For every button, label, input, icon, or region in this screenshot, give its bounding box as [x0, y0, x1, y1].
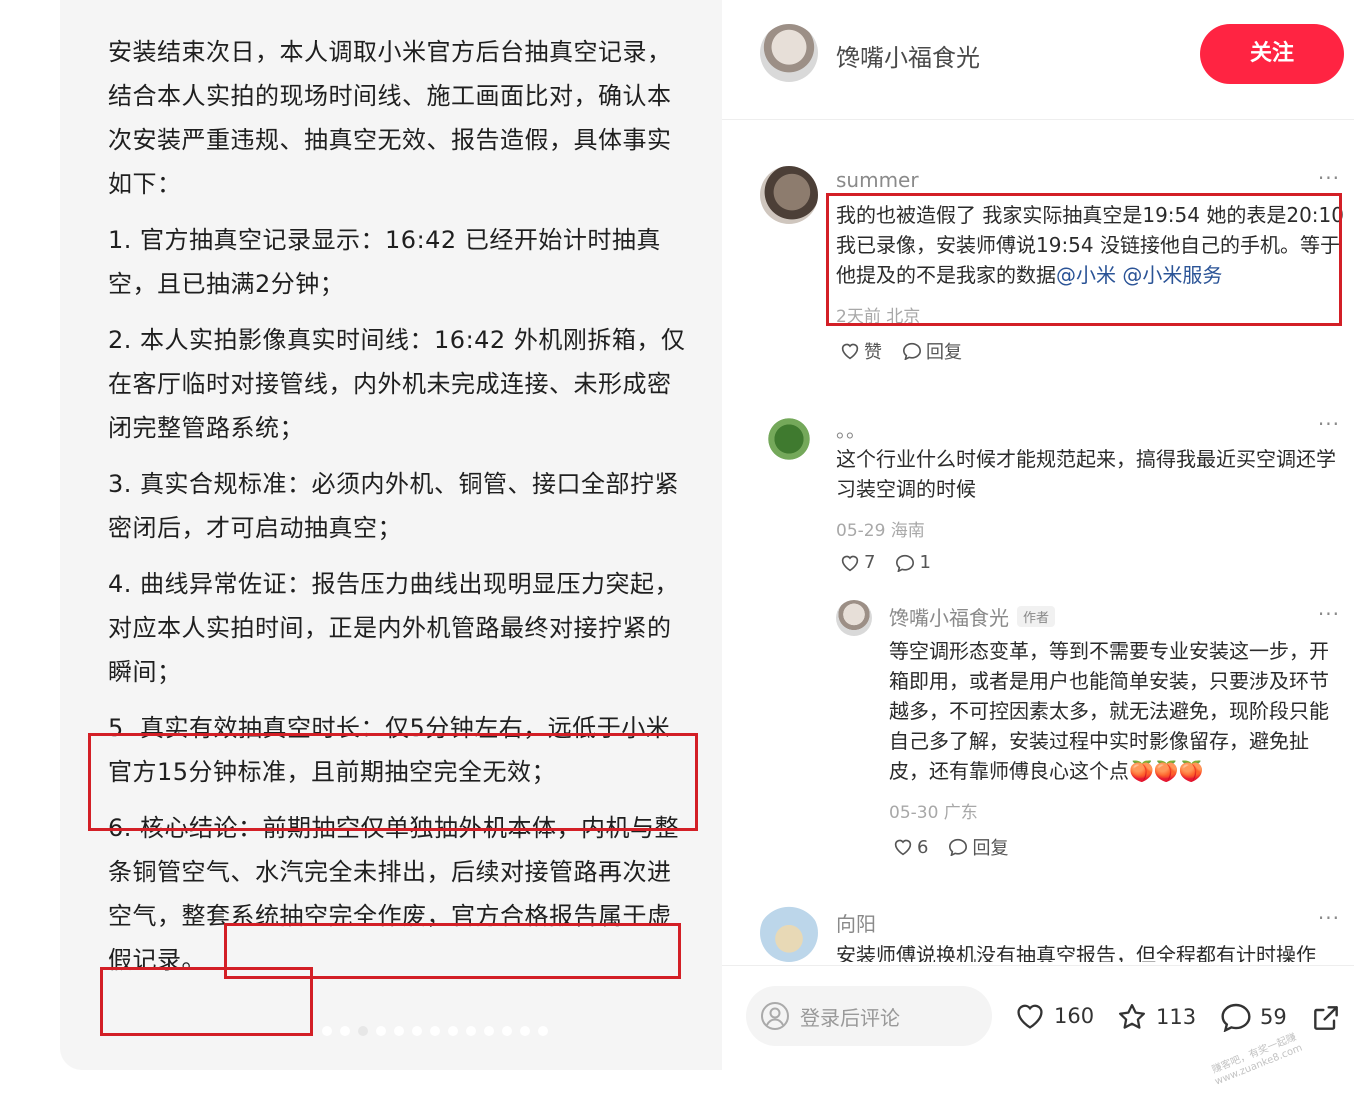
- note-paragraph: 3. 真实合规标准：必须内外机、铜管、接口全部拧紧密闭后，才可启动抽真空；: [108, 470, 680, 542]
- comment-text: 这个行业什么时候才能规范起来，搞得我最近买空调还学习装空调的时候: [836, 447, 1336, 501]
- note-image-panel: 安装结束次日，本人调取小米官方后台抽真空记录，结合本人实拍的现场时间线、施工画面…: [60, 0, 722, 1070]
- more-icon[interactable]: ···: [1318, 166, 1340, 190]
- comment-actions: 7 1: [840, 552, 931, 573]
- share-button[interactable]: [1310, 1002, 1342, 1034]
- author-tag: 作者: [1017, 606, 1056, 627]
- share-icon: [1314, 1006, 1338, 1030]
- comment-item: 。。 ··· 这个行业什么时候才能规范起来，搞得我最近买空调还学习装空调的时候 …: [722, 408, 1354, 583]
- avatar[interactable]: [760, 24, 818, 82]
- more-icon[interactable]: ···: [1318, 906, 1340, 930]
- comment-input[interactable]: 登录后评论: [746, 986, 992, 1046]
- more-icon[interactable]: ···: [1318, 602, 1340, 626]
- mention-link[interactable]: @小米: [1056, 263, 1116, 287]
- avatar[interactable]: [836, 600, 872, 636]
- like-button[interactable]: 6: [893, 834, 928, 860]
- comment-author[interactable]: 向阳: [836, 908, 876, 937]
- avatar[interactable]: [760, 904, 818, 962]
- author-bar: 馋嘴小福食光 关注: [722, 0, 1354, 120]
- reply-button[interactable]: 回复: [902, 338, 962, 364]
- note-paragraph: 5. 真实有效抽真空时长：仅5分钟左右，远低于小米官方15分钟标准，且前期抽空完…: [108, 714, 671, 786]
- star-icon: [1119, 1004, 1145, 1029]
- user-icon: [761, 1002, 789, 1030]
- comment-count[interactable]: 59: [1220, 1002, 1287, 1032]
- comment-text: 等空调形态变革，等到不需要专业安装这一步，开箱即用，或者是用户也能简单安装，只要…: [889, 639, 1329, 783]
- note-paragraph: 2. 本人实拍影像真实时间线：16:42 外机刚拆箱，仅在客厅临时对接管线，内外…: [108, 326, 686, 442]
- star-count[interactable]: 113: [1116, 1002, 1196, 1032]
- note-paragraph: 4. 曲线异常佐证：报告压力曲线出现明显压力突起，对应本人实拍时间，正是内外机管…: [108, 570, 680, 686]
- note-paragraph: 6. 核心结论：前期抽空仅单独抽外机本体，内机与整条铜管空气、水汽完全未排出，后…: [108, 814, 680, 974]
- follow-button[interactable]: 关注: [1200, 24, 1344, 84]
- comment-icon: [896, 554, 915, 572]
- comments-panel: 馋嘴小福食光 关注 summer ··· 我的也被造假了 我家实际抽真空是19:…: [722, 0, 1354, 1115]
- comment-actions: 6 回复: [893, 834, 1008, 860]
- comment-text: 安装师傅说换机没有抽真空报告，但全程都有计时操作: [836, 943, 1316, 962]
- mention-link[interactable]: @小米服务: [1122, 263, 1222, 287]
- comment-item: summer ··· 我的也被造假了 我家实际抽真空是19:54 她的表是20:…: [722, 160, 1354, 390]
- note-text: 安装结束次日，本人调取小米官方后台抽真空记录，结合本人实拍的现场时间线、施工画面…: [108, 30, 688, 1000]
- comment-text: 我的也被造假了 我家实际抽真空是19:54 她的表是20:10 我已录像，安装师…: [836, 203, 1344, 287]
- comment-actions: 赞 回复: [840, 338, 962, 364]
- heart-icon: [894, 839, 912, 856]
- like-button[interactable]: 赞: [840, 338, 882, 364]
- reply-button[interactable]: 1: [895, 552, 931, 573]
- more-icon[interactable]: ···: [1318, 412, 1340, 436]
- reply-button[interactable]: 回复: [948, 834, 1008, 860]
- like-count[interactable]: 160: [1014, 1002, 1094, 1030]
- heart-icon: [841, 343, 859, 360]
- comment-author[interactable]: summer: [836, 168, 919, 192]
- comment-meta: 05-29 海南: [836, 521, 925, 541]
- comment-icon: [949, 838, 968, 856]
- heart-icon: [841, 555, 859, 571]
- avatar[interactable]: [760, 166, 818, 224]
- comment-item: 向阳 ··· 安装师傅说换机没有抽真空报告，但全程都有计时操作: [722, 898, 1354, 962]
- author-name[interactable]: 馋嘴小福食光: [836, 38, 980, 73]
- note-paragraph: 安装结束次日，本人调取小米官方后台抽真空记录，结合本人实拍的现场时间线、施工画面…: [108, 38, 672, 198]
- comment-icon: [902, 342, 922, 360]
- carousel-dots[interactable]: [322, 1026, 548, 1036]
- like-button[interactable]: 7: [840, 552, 875, 573]
- comment-icon: [1221, 1003, 1251, 1032]
- note-paragraph: 1. 官方抽真空记录显示：16:42 已经开始计时抽真空，且已抽满2分钟；: [108, 226, 661, 298]
- reply-item: 馋嘴小福食光 作者 ··· 等空调形态变革，等到不需要专业安装这一步，开箱即用，或…: [722, 598, 1354, 868]
- comment-author[interactable]: 馋嘴小福食光 作者: [889, 602, 1056, 631]
- avatar[interactable]: [760, 410, 818, 468]
- comment-meta: 2天前 北京: [836, 307, 921, 327]
- comment-author[interactable]: 。。: [836, 414, 866, 443]
- comment-meta: 05-30 广东: [889, 803, 978, 823]
- heart-icon: [1017, 1004, 1043, 1029]
